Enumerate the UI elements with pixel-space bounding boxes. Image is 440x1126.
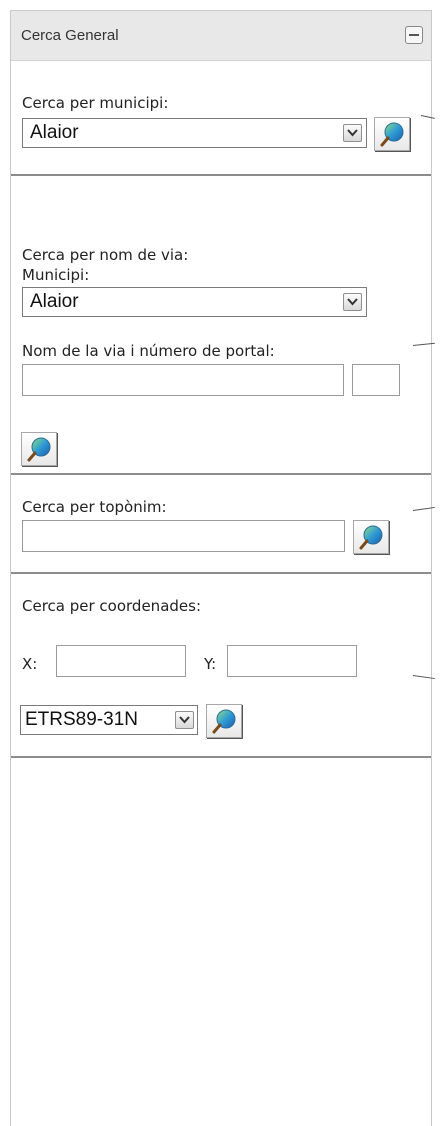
street-municipi-select-value: Alaior [30,291,79,312]
y-coordinate-input[interactable] [227,645,357,677]
search-globe-icon [359,525,383,550]
section-divider [11,473,431,475]
municipi-select[interactable]: Alaior [22,118,367,148]
section-divider [11,572,431,574]
search-globe-icon [380,122,404,147]
street-search-label: Cerca per nom de via: [22,246,189,264]
street-name-label: Nom de la via i número de portal: [22,342,275,360]
section-pointer [412,506,435,511]
x-coordinate-input[interactable] [56,645,186,677]
coord-search-label: Cerca per coordenades: [22,597,202,615]
section-pointer [412,675,435,680]
search-panel: Cerca General Cerca per municipi: Alaior… [10,10,435,1126]
section-divider [11,756,431,758]
toponym-search-label: Cerca per topònim: [22,498,167,516]
panel-title: Cerca General [21,27,119,44]
street-name-input[interactable] [22,364,344,396]
crs-select[interactable]: ETRS89-31N [20,705,198,735]
chevron-down-icon [175,711,194,729]
coord-search-button[interactable] [206,704,242,738]
section-pointer [412,342,435,346]
street-search-button[interactable] [21,432,57,466]
search-globe-icon [27,437,51,462]
municipi-search-button[interactable] [374,117,410,151]
section-divider [11,174,431,176]
section-pointer [420,115,435,119]
crs-select-value: ETRS89-31N [25,709,138,730]
panel-header: Cerca General [11,11,431,61]
search-globe-icon [212,709,236,734]
x-label: X: [22,655,38,673]
toponym-input[interactable] [22,520,345,552]
municipi-select-value: Alaior [30,122,79,143]
toponym-search-button[interactable] [353,520,389,554]
municipi-search-label: Cerca per municipi: [22,94,169,112]
street-number-input[interactable] [352,364,400,396]
chevron-down-icon [343,293,362,311]
municipi-label: Municipi: [22,266,90,284]
collapse-button[interactable] [405,26,423,44]
y-label: Y: [204,655,217,673]
chevron-down-icon [343,124,362,142]
street-municipi-select[interactable]: Alaior [22,287,367,317]
